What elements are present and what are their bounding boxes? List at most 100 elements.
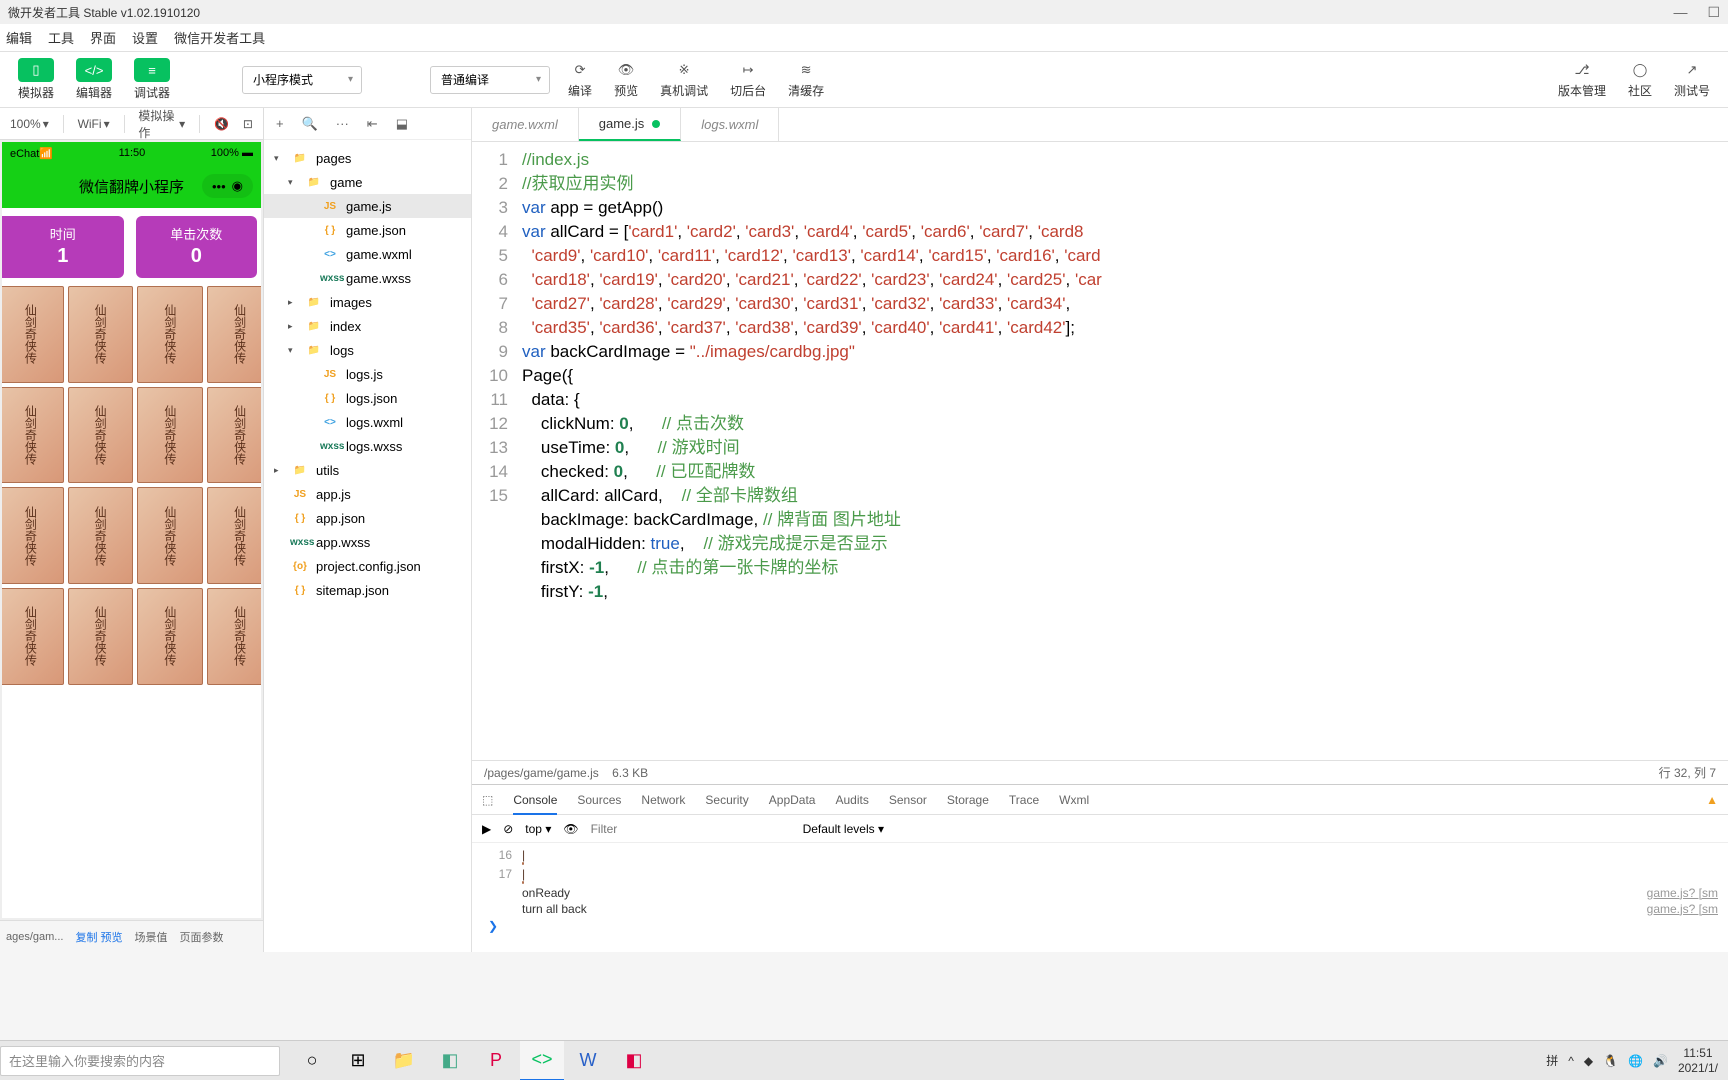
game-card[interactable]: 仙剑奇侠传 <box>207 286 261 383</box>
powerpoint-icon[interactable]: P <box>474 1041 518 1080</box>
console-body[interactable]: 16| 17| onReadygame.js? [smturn all back… <box>472 843 1728 952</box>
compile-button[interactable]: ⟳ 编译 <box>564 58 596 101</box>
phone-preview[interactable]: eChat📶 11:50 100% ▬ 微信翻牌小程序 ••• ◉ 时间 1 单… <box>2 142 261 918</box>
mock-action-select[interactable]: 模拟操作 ▾ <box>138 107 185 141</box>
chevron-up-icon[interactable]: ^ <box>1568 1054 1574 1068</box>
game-card[interactable]: 仙剑奇侠传 <box>2 387 64 484</box>
tray-icon-2[interactable]: 🐧 <box>1603 1054 1618 1068</box>
tree-item-logs.json[interactable]: { }logs.json <box>264 386 471 410</box>
game-card[interactable]: 仙剑奇侠传 <box>137 387 203 484</box>
warning-icon[interactable]: ▲ <box>1706 793 1718 807</box>
tab-sensor[interactable]: Sensor <box>889 793 927 807</box>
more-icon[interactable]: ··· <box>336 116 349 131</box>
background-button[interactable]: ↦ 切后台 <box>726 58 770 101</box>
simulator-button[interactable]: ▯ 模拟器 <box>14 56 58 103</box>
live-icon[interactable]: 👁 <box>563 822 578 836</box>
layout-icon[interactable]: ⬓ <box>396 116 408 132</box>
tab-audits[interactable]: Audits <box>835 793 868 807</box>
maximize-icon[interactable]: ☐ <box>1707 4 1720 21</box>
code-editor[interactable]: 123456789101112131415 //index.js//获取应用实例… <box>472 142 1728 760</box>
zoom-select[interactable]: 100% ▾ <box>10 117 49 131</box>
game-card[interactable]: 仙剑奇侠传 <box>137 588 203 685</box>
game-card[interactable]: 仙剑奇侠传 <box>137 286 203 383</box>
footer-tab-params[interactable]: 页面参数 <box>174 929 230 945</box>
tree-item-game.json[interactable]: { }game.json <box>264 218 471 242</box>
game-card[interactable]: 仙剑奇侠传 <box>68 286 134 383</box>
footer-tab-page[interactable]: ages/gam... <box>0 931 69 943</box>
game-card[interactable]: 仙剑奇侠传 <box>207 588 261 685</box>
tree-item-game.js[interactable]: JSgame.js <box>264 194 471 218</box>
menu-wxdevtools[interactable]: 微信开发者工具 <box>174 28 265 47</box>
explorer-icon[interactable]: 📁 <box>382 1041 426 1080</box>
footer-tab-copy[interactable]: 复制 预览 <box>69 929 128 945</box>
compile-select[interactable]: 普通编译 <box>430 66 550 94</box>
app1-icon[interactable]: ◧ <box>428 1041 472 1080</box>
tab-wxml[interactable]: Wxml <box>1059 793 1089 807</box>
tray-icon-3[interactable]: 🌐 <box>1628 1054 1643 1068</box>
menu-interface[interactable]: 界面 <box>90 28 116 47</box>
clear-cache-button[interactable]: ≋ 清缓存 <box>784 58 828 101</box>
taskview-icon[interactable]: ⊞ <box>336 1041 380 1080</box>
tab-appdata[interactable]: AppData <box>769 793 816 807</box>
version-button[interactable]: ⎇ 版本管理 <box>1554 58 1610 101</box>
game-card[interactable]: 仙剑奇侠传 <box>2 286 64 383</box>
volume-icon[interactable]: 🔊 <box>1653 1054 1668 1068</box>
debugger-button[interactable]: ≡ 调试器 <box>130 56 174 103</box>
tree-item-game.wxml[interactable]: <>game.wxml <box>264 242 471 266</box>
testid-button[interactable]: ↗ 测试号 <box>1670 58 1714 101</box>
menu-edit[interactable]: 编辑 <box>6 28 32 47</box>
console-prompt[interactable]: ❯ <box>482 917 1718 935</box>
tree-item-logs[interactable]: ▾📁logs <box>264 338 471 362</box>
tree-item-project.config.json[interactable]: {o}project.config.json <box>264 554 471 578</box>
minimize-icon[interactable]: — <box>1673 4 1687 21</box>
game-card[interactable]: 仙剑奇侠传 <box>2 487 64 584</box>
tab-console[interactable]: Console <box>513 793 557 815</box>
footer-tab-scene[interactable]: 场景值 <box>129 929 174 945</box>
tree-item-pages[interactable]: ▾📁pages <box>264 146 471 170</box>
filter-input[interactable] <box>591 822 791 836</box>
mute-icon[interactable]: 🔇 <box>214 117 229 131</box>
preview-button[interactable]: 👁 预览 <box>610 58 642 101</box>
remote-debug-button[interactable]: ※ 真机调试 <box>656 58 712 101</box>
editor-tab-game.js[interactable]: game.js <box>579 108 682 141</box>
tree-item-app.js[interactable]: JSapp.js <box>264 482 471 506</box>
clock[interactable]: 11:51 2021/1/ <box>1678 1046 1718 1075</box>
community-button[interactable]: ◯ 社区 <box>1624 58 1656 101</box>
ime-icon[interactable]: 拼 <box>1546 1052 1558 1069</box>
tab-security[interactable]: Security <box>705 793 748 807</box>
tree-item-index[interactable]: ▸📁index <box>264 314 471 338</box>
tree-item-game.wxss[interactable]: wxssgame.wxss <box>264 266 471 290</box>
tree-item-app.wxss[interactable]: wxssapp.wxss <box>264 530 471 554</box>
editor-tab-game.wxml[interactable]: game.wxml <box>472 108 579 141</box>
tree-item-app.json[interactable]: { }app.json <box>264 506 471 530</box>
capsule-button[interactable]: ••• ◉ <box>202 174 253 198</box>
tray-icon-1[interactable]: ◆ <box>1584 1054 1593 1068</box>
tab-storage[interactable]: Storage <box>947 793 989 807</box>
collapse-icon[interactable]: ⇤ <box>367 116 378 132</box>
tab-sources[interactable]: Sources <box>577 793 621 807</box>
new-file-icon[interactable]: + <box>276 116 284 131</box>
search-icon[interactable]: 🔍 <box>302 116 318 132</box>
game-card[interactable]: 仙剑奇侠传 <box>207 487 261 584</box>
tab-network[interactable]: Network <box>641 793 685 807</box>
close-sim-icon[interactable]: ⊡ <box>243 117 253 131</box>
menu-tools[interactable]: 工具 <box>48 28 74 47</box>
clear-icon[interactable]: ⊘ <box>503 822 513 836</box>
network-select[interactable]: WiFi ▾ <box>78 117 110 131</box>
editor-button[interactable]: </> 编辑器 <box>72 56 116 103</box>
levels-select[interactable]: Default levels ▾ <box>803 822 884 836</box>
tree-item-logs.wxml[interactable]: <>logs.wxml <box>264 410 471 434</box>
tree-item-logs.wxss[interactable]: wxsslogs.wxss <box>264 434 471 458</box>
tree-item-game[interactable]: ▾📁game <box>264 170 471 194</box>
cortana-icon[interactable]: ○ <box>290 1041 334 1080</box>
code-body[interactable]: //index.js//获取应用实例var app = getApp()var … <box>522 142 1728 760</box>
game-card[interactable]: 仙剑奇侠传 <box>68 487 134 584</box>
inspect-icon[interactable]: ⬚ <box>482 793 493 807</box>
game-card[interactable]: 仙剑奇侠传 <box>137 487 203 584</box>
tab-trace[interactable]: Trace <box>1009 793 1039 807</box>
context-select[interactable]: top ▾ <box>525 822 551 836</box>
word-icon[interactable]: W <box>566 1041 610 1080</box>
app2-icon[interactable]: ◧ <box>612 1041 656 1080</box>
menu-settings[interactable]: 设置 <box>132 28 158 47</box>
game-card[interactable]: 仙剑奇侠传 <box>68 387 134 484</box>
